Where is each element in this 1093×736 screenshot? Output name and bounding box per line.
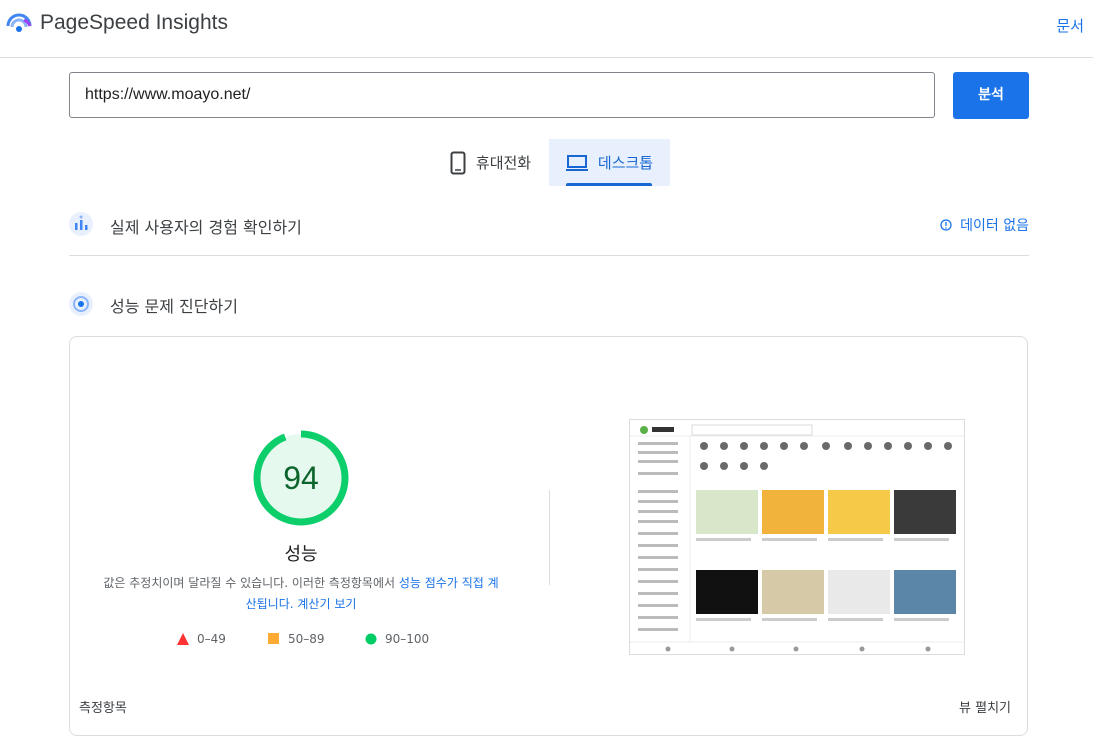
field-data-title: 실제 사용자의 경험 확인하기 [110, 218, 302, 237]
pagespeed-logo-icon [6, 13, 32, 32]
diagnose-icon [69, 292, 93, 316]
app-title: PageSpeed Insights [40, 11, 228, 34]
metrics-heading: 측정항목 [79, 701, 127, 716]
card-separator [549, 490, 550, 585]
page-screenshot [629, 419, 965, 655]
tab-selected-indicator [566, 183, 652, 186]
laptop-icon [565, 154, 588, 171]
analyze-button[interactable]: 분석 [953, 72, 1029, 119]
calculator-link[interactable]: 계산기 보기 [297, 597, 356, 611]
no-data-label: 데이터 없음 [960, 218, 1029, 234]
note-text: 값은 추정치이며 달라질 수 있습니다. 이러한 측정항목에서 [103, 576, 399, 590]
tab-desktop-label: 데스크톱 [597, 154, 654, 172]
docs-link[interactable]: 문서 [1056, 15, 1084, 36]
performance-label: 성능 [284, 544, 318, 565]
legend-average-label: 50–89 [288, 632, 325, 646]
info-icon [940, 219, 952, 231]
no-data-status: 데이터 없음 [940, 215, 1029, 235]
section-divider [69, 255, 1029, 256]
lab-title: 성능 문제 진단하기 [110, 297, 238, 316]
smartphone-icon [450, 151, 466, 174]
tab-mobile[interactable]: 휴대전화 [432, 139, 549, 186]
legend-average: 50–89 [268, 632, 325, 646]
users-chart-icon [69, 212, 93, 236]
score-note: 값은 추정치이며 달라질 수 있습니다. 이러한 측정항목에서 성능 점수가 직… [100, 573, 502, 615]
legend-fail-label: 0–49 [197, 632, 226, 646]
triangle-icon [177, 633, 189, 645]
legend-fail: 0–49 [177, 632, 226, 646]
tab-desktop[interactable]: 데스크톱 [549, 139, 670, 186]
expand-view-button[interactable]: 뷰 펼치기 [959, 697, 1011, 716]
legend-pass: 90–100 [365, 632, 429, 646]
tab-mobile-label: 휴대전화 [475, 154, 532, 172]
legend-pass-label: 90–100 [385, 632, 430, 646]
screenshot-thumbnail [630, 420, 964, 652]
url-input[interactable]: https://www.moayo.net/ [69, 72, 935, 118]
square-icon [268, 633, 279, 644]
performance-score: 94 [283, 460, 319, 496]
circle-icon [365, 633, 377, 645]
